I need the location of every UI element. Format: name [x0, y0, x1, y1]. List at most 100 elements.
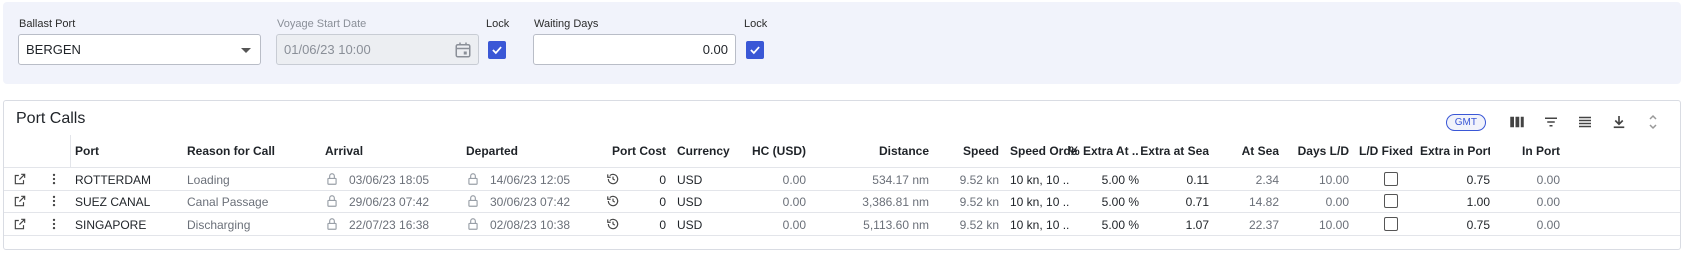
days-ld: 0.00 — [1325, 195, 1349, 209]
lock-icon[interactable] — [466, 217, 480, 231]
table-row: SUEZ CANAL Canal Passage 29/06/23 07:42 30/… — [4, 190, 1680, 213]
col-header-departed[interactable]: Departed — [466, 144, 596, 158]
extra-at-percent[interactable]: 5.00 % — [1074, 218, 1139, 232]
port-cost[interactable]: 0 — [629, 195, 666, 209]
lock-icon[interactable] — [325, 172, 339, 186]
table-row: SINGAPORE Discharging 22/07/23 16:38 02/08/… — [4, 213, 1680, 236]
extra-at-sea[interactable]: 0.11 — [1139, 173, 1209, 187]
check-icon — [750, 46, 760, 55]
extra-at-percent[interactable]: 5.00 % — [1074, 195, 1139, 209]
col-header-hc[interactable]: HC (USD) — [736, 144, 806, 158]
waiting-days-lock-checkbox[interactable] — [746, 41, 764, 59]
col-header-at-sea[interactable]: At Sea — [1214, 144, 1279, 158]
port-cost[interactable]: 0 — [629, 173, 666, 187]
waiting-days-label: Waiting Days — [534, 18, 599, 30]
reason-for-call: Loading — [187, 173, 230, 187]
currency[interactable]: USD — [677, 218, 727, 232]
port-calls-grid: Port Calls GMT Port Reason for Call Arri… — [3, 100, 1681, 250]
more-options-icon[interactable] — [47, 172, 61, 186]
col-header-ld-fixed[interactable]: L/D Fixed — [1359, 144, 1424, 158]
history-icon[interactable] — [606, 194, 620, 208]
open-external-icon[interactable] — [13, 194, 27, 208]
port-cost[interactable]: 0 — [629, 218, 666, 232]
lock-icon[interactable] — [466, 172, 480, 186]
hc-usd: 0.00 — [782, 218, 806, 232]
density-icon[interactable] — [1575, 112, 1595, 132]
col-header-port[interactable]: Port — [75, 144, 175, 158]
ld-fixed-checkbox[interactable] — [1384, 194, 1398, 208]
days-ld: 10.00 — [1318, 173, 1349, 187]
at-sea: 14.82 — [1248, 195, 1279, 209]
chevron-down-icon — [241, 48, 251, 53]
col-header-extra-at[interactable]: % Extra At ... — [1069, 144, 1139, 158]
col-header-reason[interactable]: Reason for Call — [187, 144, 317, 158]
table-row: ROTTERDAM Loading 03/06/23 18:05 14/06/23 1… — [4, 168, 1680, 191]
col-header-extra-in-port[interactable]: Extra in Port — [1420, 144, 1490, 158]
lock-icon[interactable] — [325, 217, 339, 231]
more-options-icon[interactable] — [47, 194, 61, 208]
speed-order[interactable]: 10 kn, 10 ... — [1010, 173, 1070, 187]
columns-icon[interactable] — [1507, 112, 1527, 132]
lock-label: Lock — [486, 18, 510, 30]
more-options-icon[interactable] — [47, 217, 61, 231]
col-header-speed-order[interactable]: Speed Order — [1010, 144, 1078, 158]
port-name[interactable]: ROTTERDAM — [75, 173, 180, 187]
extra-at-percent[interactable]: 5.00 % — [1074, 173, 1139, 187]
col-header-extra-at-sea[interactable]: Extra at Sea — [1139, 144, 1209, 158]
col-header-in-port[interactable]: In Port — [1504, 144, 1560, 158]
gmt-badge[interactable]: GMT — [1445, 113, 1486, 131]
distance: 534.17 nm — [872, 173, 929, 187]
speed: 9.52 kn — [959, 173, 999, 187]
expand-icon[interactable] — [1643, 112, 1663, 132]
open-external-icon[interactable] — [13, 217, 27, 231]
hc-usd: 0.00 — [782, 173, 806, 187]
ld-fixed-checkbox[interactable] — [1384, 217, 1398, 231]
in-port: 0.00 — [1536, 195, 1560, 209]
speed-order[interactable]: 10 kn, 10 ... — [1010, 195, 1070, 209]
currency[interactable]: USD — [677, 173, 727, 187]
history-icon[interactable] — [606, 217, 620, 231]
extra-in-port[interactable]: 0.75 — [1420, 173, 1490, 187]
col-header-speed[interactable]: Speed — [944, 144, 999, 158]
ballast-port-value: BERGEN — [26, 42, 81, 57]
speed-order[interactable]: 10 kn, 10 ... — [1010, 218, 1070, 232]
col-header-arrival[interactable]: Arrival — [325, 144, 455, 158]
extra-in-port[interactable]: 0.75 — [1420, 218, 1490, 232]
speed: 9.52 kn — [959, 218, 999, 232]
extra-at-sea[interactable]: 0.71 — [1139, 195, 1209, 209]
lock-icon[interactable] — [466, 194, 480, 208]
col-header-port-cost[interactable]: Port Cost — [602, 144, 666, 158]
column-divider — [70, 135, 71, 167]
distance: 3,386.81 nm — [862, 195, 929, 209]
voyage-start-lock-checkbox[interactable] — [488, 41, 506, 59]
download-icon[interactable] — [1609, 112, 1629, 132]
waiting-days-input[interactable]: 0.00 — [533, 34, 736, 65]
in-port: 0.00 — [1536, 218, 1560, 232]
currency[interactable]: USD — [677, 195, 727, 209]
filter-icon[interactable] — [1541, 112, 1561, 132]
waiting-days-value: 0.00 — [702, 42, 728, 57]
reason-for-call: Discharging — [187, 218, 251, 232]
open-external-icon[interactable] — [13, 172, 27, 186]
lock-icon[interactable] — [325, 194, 339, 208]
at-sea: 2.34 — [1255, 173, 1279, 187]
calendar-icon — [455, 42, 471, 58]
col-header-days-ld[interactable]: Days L/D — [1284, 144, 1349, 158]
history-icon[interactable] — [606, 172, 620, 186]
days-ld: 10.00 — [1318, 218, 1349, 232]
departed-date: 02/08/23 10:38 — [490, 218, 571, 232]
ld-fixed-checkbox[interactable] — [1384, 172, 1398, 186]
reason-for-call: Canal Passage — [187, 195, 269, 209]
grid-title: Port Calls — [16, 110, 86, 127]
ballast-port-select[interactable]: BERGEN — [18, 34, 261, 65]
departed-date: 14/06/23 12:05 — [490, 173, 571, 187]
port-name[interactable]: SUEZ CANAL — [75, 195, 180, 209]
grid-toolbar: GMT — [1445, 108, 1670, 136]
col-header-distance[interactable]: Distance — [834, 144, 929, 158]
lock-label: Lock — [744, 18, 768, 30]
speed: 9.52 kn — [959, 195, 999, 209]
port-name[interactable]: SINGAPORE — [75, 218, 180, 232]
extra-at-sea[interactable]: 1.07 — [1139, 218, 1209, 232]
extra-in-port[interactable]: 1.00 — [1420, 195, 1490, 209]
check-icon — [492, 46, 502, 55]
